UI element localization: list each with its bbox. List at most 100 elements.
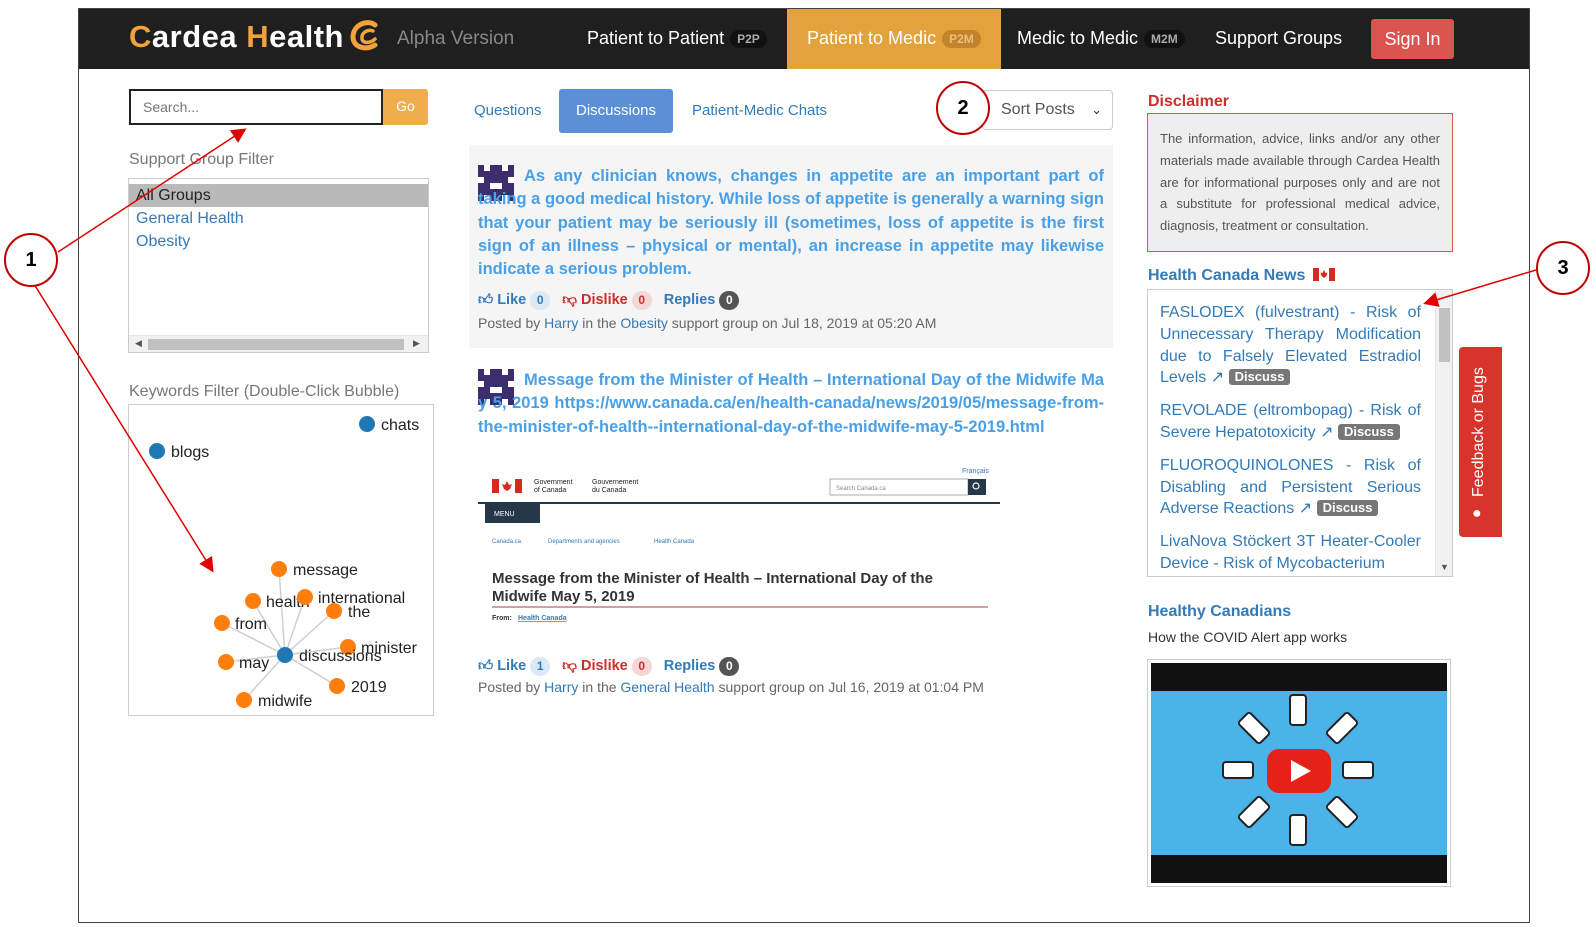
preview-from-label: From: (492, 615, 512, 622)
nav-label: Support Groups (1215, 28, 1343, 48)
nav-patient-to-medic[interactable]: Patient to Medic P2M (787, 9, 1001, 69)
dislike-button[interactable]: 👎︎ Dislike 0 (562, 290, 652, 310)
group-option-general-health[interactable]: General Health (129, 207, 428, 230)
keyword-bubble-may[interactable]: may (218, 654, 269, 672)
keyword-bubble-2019[interactable]: 2019 (329, 678, 387, 696)
keyword-bubble-blogs[interactable]: blogs (149, 443, 209, 461)
search-input[interactable] (129, 89, 383, 125)
news-title-text: Health Canada News (1148, 267, 1306, 284)
nav-badge: M2M (1144, 30, 1185, 48)
keywords-bubble-graph[interactable]: chats blogs message health international… (128, 404, 434, 716)
meta-text: in the (582, 315, 617, 331)
nav-support-groups[interactable]: Support Groups (1215, 9, 1342, 69)
vertical-scrollbar[interactable]: ▼ (1435, 290, 1452, 576)
news-item[interactable]: REVOLADE (eltrombopag) - Risk of Severe … (1160, 400, 1421, 444)
youtube-play-icon[interactable] (1267, 749, 1331, 793)
annotation-callout-1: 1 (4, 233, 58, 287)
brand-initial-c: C (129, 19, 152, 54)
keyword-bubble-midwife[interactable]: midwife (236, 692, 312, 710)
scroll-right-icon[interactable]: ▶ (413, 338, 420, 349)
sort-posts-select[interactable]: Sort Posts ⌄ (982, 90, 1113, 130)
gov-en: Government (534, 479, 573, 486)
group-option-obesity[interactable]: Obesity (129, 230, 428, 253)
post-body-link[interactable]: As any clinician knows, changes in appet… (478, 165, 1104, 281)
preview-menu: MENU (494, 511, 515, 518)
keyword-bubble-chats[interactable]: chats (359, 416, 419, 434)
feedback-tab[interactable]: Feedback or Bugs ● (1459, 347, 1502, 537)
app-frame: Cardea Health Alpha Version Patient to P… (78, 8, 1530, 923)
news-title: LivaNova Stöckert 3T Heater-Cooler Devic… (1160, 533, 1421, 572)
replies-label: Replies (663, 658, 716, 674)
health-canada-news-title: Health Canada News (1148, 267, 1335, 285)
post-card: As any clinician knows, changes in appet… (469, 145, 1113, 348)
keyword-text: may (239, 655, 269, 672)
nav-badge: P2P (730, 30, 767, 48)
group-link[interactable]: Obesity (620, 315, 667, 331)
news-item[interactable]: LivaNova Stöckert 3T Heater-Cooler Devic… (1160, 531, 1421, 575)
like-button[interactable]: 👍︎ Like 0 (478, 290, 551, 310)
scroll-thumb[interactable] (1439, 308, 1450, 362)
discuss-button[interactable]: Discuss (1228, 369, 1291, 386)
preview-title: Midwife May 5, 2019 (492, 588, 635, 605)
author-link[interactable]: Harry (544, 315, 578, 331)
group-filter-list[interactable]: All Groups General Health Obesity ◀ ▶ (128, 178, 429, 353)
brand-name[interactable]: Cardea Health (129, 19, 344, 55)
nav-label: Medic to Medic (1017, 28, 1139, 48)
keyword-bubble-message[interactable]: message (271, 561, 358, 579)
tab-patient-medic-chats[interactable]: Patient-Medic Chats (675, 89, 844, 133)
nav-label: Patient to Medic (807, 28, 937, 48)
like-label: Like (497, 292, 527, 308)
brand-word-1: ardea (151, 19, 238, 54)
video-player[interactable] (1147, 659, 1451, 887)
sort-label: Sort Posts (1001, 101, 1075, 118)
keyword-bubble-the[interactable]: the (326, 603, 370, 621)
author-link[interactable]: Harry (544, 679, 578, 695)
preview-francais: Français (962, 468, 989, 475)
discuss-button[interactable]: Discuss (1337, 423, 1400, 440)
like-count: 1 (530, 657, 551, 676)
nav-medic-to-medic[interactable]: Medic to Medic M2M (1017, 9, 1185, 69)
gov-fr: du Canada (592, 487, 626, 494)
disclaimer-title: Disclaimer (1148, 93, 1229, 110)
preview-search: Search Canada.ca (836, 486, 886, 492)
news-item[interactable]: FLUOROQUINOLONES - Risk of Disabling and… (1160, 455, 1421, 520)
group-link[interactable]: General Health (620, 679, 714, 695)
horizontal-scrollbar[interactable]: ◀ ▶ (129, 335, 428, 352)
replies-label: Replies (663, 292, 716, 308)
link-preview-image[interactable]: Français Government of Canada Gouverneme… (478, 459, 1004, 637)
sign-in-button[interactable]: Sign In (1371, 19, 1454, 59)
post-body-link[interactable]: Message from the Minister of Health – In… (478, 369, 1104, 439)
group-option-all[interactable]: All Groups (129, 184, 428, 207)
search-go-button[interactable]: Go (383, 89, 428, 125)
discuss-button[interactable]: Discuss (1316, 500, 1379, 517)
post-meta: Posted by Harry in the Obesity support g… (478, 315, 936, 331)
tab-discussions[interactable]: Discussions (559, 89, 674, 133)
keyword-bubble-from[interactable]: from (214, 615, 267, 633)
tab-questions[interactable]: Questions (457, 89, 559, 133)
keyword-links (221, 568, 349, 701)
post-actions: 👍︎ Like 0 👎︎ Dislike 0 Replies 0 (478, 290, 747, 310)
nav-patient-to-patient[interactable]: Patient to Patient P2P (587, 9, 767, 69)
post-actions: 👍︎ Like 1 👎︎ Dislike 0 Replies 0 (478, 656, 747, 676)
like-button[interactable]: 👍︎ Like 1 (478, 656, 551, 676)
news-title: FLUOROQUINOLONES - Risk of Disabling and… (1160, 456, 1421, 518)
health-canada-news-list[interactable]: FASLODEX (fulvestrant) - Risk of Unneces… (1147, 289, 1453, 577)
replies-button[interactable]: Replies 0 (664, 291, 740, 310)
scroll-left-icon[interactable]: ◀ (135, 338, 142, 349)
alpha-version-label: Alpha Version (397, 28, 515, 49)
healthy-canadians-subtitle: How the COVID Alert app works (1148, 629, 1348, 645)
replies-button[interactable]: Replies 0 (664, 657, 740, 676)
scroll-down-icon[interactable]: ▼ (1440, 562, 1449, 572)
dislike-button[interactable]: 👎︎ Dislike 0 (562, 656, 652, 676)
thumbs-down-icon: 👎︎ (562, 292, 577, 308)
preview-crumb: Departments and agencies (548, 539, 620, 545)
news-item[interactable]: FASLODEX (fulvestrant) - Risk of Unneces… (1160, 302, 1421, 389)
dislike-count: 0 (631, 657, 652, 676)
scroll-thumb[interactable] (148, 339, 404, 350)
brand-logo-icon (350, 20, 378, 51)
keyword-bubble-discussions[interactable]: discussions (277, 647, 382, 665)
external-link-icon: ↗ (1298, 500, 1313, 518)
post-card: Message from the Minister of Health – In… (469, 359, 1113, 699)
keyword-text: discussions (299, 648, 382, 665)
preview-from-value: Health Canada (518, 615, 567, 622)
